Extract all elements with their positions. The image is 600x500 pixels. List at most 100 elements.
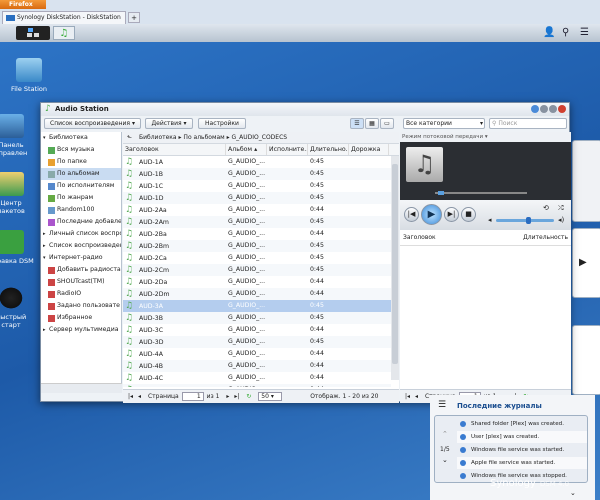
prev-page-button[interactable]: ◂ [415, 390, 418, 403]
search-input[interactable]: ⚲ Поиск [489, 118, 567, 129]
sidebar-item[interactable]: Вся музыка [41, 144, 121, 156]
settings-button[interactable]: Настройки [198, 118, 246, 129]
show-desktop-button[interactable] [16, 26, 50, 40]
desktop-icon-control-panel[interactable]: Панель управлен [0, 114, 36, 157]
sidebar-item-label: Библиотека [49, 134, 88, 141]
table-row[interactable]: ♫ AUD-2Ba G_AUDIO_... 0:44 [123, 228, 391, 240]
cover-view-button[interactable]: ▭ [380, 118, 394, 129]
minimize-button[interactable] [540, 105, 548, 113]
maximize-button[interactable] [549, 105, 557, 113]
desktop-icon-file-station[interactable]: File Station [4, 58, 54, 93]
vertical-scrollbar[interactable] [391, 156, 399, 380]
table-row[interactable]: ♫ AUD-4B G_AUDIO_... 0:44 [123, 360, 391, 372]
table-row[interactable]: ♫ AUD-2Am G_AUDIO_... 0:45 [123, 216, 391, 228]
breadcrumb[interactable]: Библиотека ▸ По альбомам ▸ G_AUDIO_CODEC… [123, 132, 399, 144]
desktop-icon-package-center[interactable]: Центр пакетов [0, 172, 36, 215]
sidebar-item[interactable]: По альбомам [41, 168, 121, 180]
prev-page-button[interactable]: ◂ [138, 390, 141, 403]
audio-station-taskbar-button[interactable]: ♫ [53, 26, 75, 40]
list-view-button[interactable]: ☰ [350, 118, 364, 129]
user-icon[interactable]: 👤 [543, 27, 555, 38]
table-row[interactable]: ♫ AUD-3B G_AUDIO_... 0:45 [123, 312, 391, 324]
playback-progress-slider[interactable] [435, 191, 527, 195]
sidebar-item[interactable]: RadioIO [41, 288, 121, 300]
desktop-icon-quick-start[interactable]: Быстрый старт [0, 286, 36, 329]
repeat-icon[interactable]: ⟲ [543, 204, 549, 212]
sidebar-item[interactable]: Сервер мультимедиа [41, 324, 121, 336]
table-row[interactable]: ♫ AUD-1A G_AUDIO_... 0:45 [123, 156, 391, 168]
sidebar-item[interactable]: По исполнителям [41, 180, 121, 192]
column-header-artist[interactable]: Исполните... [267, 144, 308, 155]
log-next-icon[interactable]: ⌄ [442, 456, 448, 464]
table-row[interactable]: ♫ AUD-2Cm G_AUDIO_... 0:45 [123, 264, 391, 276]
widget-panel[interactable]: ▶ [572, 228, 600, 298]
firefox-menu-button[interactable]: Firefox [0, 0, 46, 9]
sidebar-item[interactable]: Добавить радиостан [41, 264, 121, 276]
table-row[interactable]: ♫ AUD-3D G_AUDIO_... 0:45 [123, 336, 391, 348]
desktop-icon-dsm-help[interactable]: Справка DSM [0, 230, 36, 265]
playlist-dropdown[interactable]: Список воспроизведения ▾ [44, 118, 141, 129]
table-row[interactable]: ♫ AUD-1D G_AUDIO_... 0:45 [123, 192, 391, 204]
column-header-album[interactable]: Альбом ▴ [226, 144, 267, 155]
sidebar-item[interactable]: Библиотека [41, 132, 121, 144]
sidebar-item[interactable]: По папке [41, 156, 121, 168]
sidebar-item[interactable]: Random100 [41, 204, 121, 216]
table-row[interactable]: ♫ AUD-3C G_AUDIO_... 0:44 [123, 324, 391, 336]
sidebar-item[interactable]: SHOUTcast(TM) [41, 276, 121, 288]
close-button[interactable] [558, 105, 566, 113]
sidebar-item[interactable]: Личный список воспром [41, 228, 121, 240]
play-button[interactable]: ▶ [421, 204, 442, 225]
table-row[interactable]: ♫ AUD-2Bm G_AUDIO_... 0:45 [123, 240, 391, 252]
column-header-track[interactable]: Дорожка [349, 144, 389, 155]
table-row[interactable]: ♫ AUD-2Da G_AUDIO_... 0:44 [123, 276, 391, 288]
table-row[interactable]: ♫ AUD-4A G_AUDIO_... 0:44 [123, 348, 391, 360]
search-icon[interactable]: ⚲ [562, 27, 569, 38]
next-page-button[interactable]: ▸ [226, 390, 229, 403]
sidebar-item[interactable]: Интернет-радио [41, 252, 121, 264]
table-row[interactable]: ♫ AUD-1B G_AUDIO_... 0:45 [123, 168, 391, 180]
page-size-select[interactable]: 50 ▾ [258, 392, 283, 401]
horizontal-scrollbar[interactable] [41, 383, 122, 393]
stop-button[interactable]: ■ [461, 207, 476, 222]
shuffle-icon[interactable]: ⤮ [558, 204, 564, 213]
volume-slider[interactable] [496, 217, 554, 224]
sidebar-item[interactable]: Последние добавлен [41, 216, 121, 228]
browser-tab[interactable]: Synology DiskStation - DiskStation [2, 11, 126, 24]
first-page-button[interactable]: |◂ [405, 390, 410, 403]
pager: |◂ ◂ Страница 1 из 1 ▸ ▸| ↻ 50 ▾ Отображ. … [123, 389, 399, 403]
table-row[interactable]: ♫ AUD-3A G_AUDIO_... 0:45 [123, 300, 391, 312]
streaming-mode-dropdown[interactable]: Режим потоковой передачи ▾ [400, 132, 571, 142]
table-row[interactable]: ♫ AUD-4C G_AUDIO_... 0:44 [123, 372, 391, 384]
sidebar-item[interactable]: Задано пользовате [41, 300, 121, 312]
previous-track-button[interactable]: |◀ [404, 207, 419, 222]
table-row[interactable]: ♫AUD-5AG_AUDIO_... 0:44 [123, 384, 391, 387]
column-header-title[interactable]: Заголовок [123, 144, 226, 155]
sidebar-item-icon [48, 171, 55, 178]
track-album: G_AUDIO_... [228, 350, 266, 357]
new-tab-button[interactable]: + [128, 12, 140, 23]
last-page-button[interactable]: ▸| [234, 390, 239, 403]
next-track-button[interactable]: ▶| [444, 207, 459, 222]
help-button[interactable] [531, 105, 539, 113]
sidebar-item[interactable]: По жанрам [41, 192, 121, 204]
window-titlebar[interactable]: ♪ Audio Station [41, 103, 569, 116]
category-select[interactable]: Все категории ▾ [403, 118, 485, 129]
options-icon[interactable]: ☰ [580, 27, 589, 38]
track-artist [267, 384, 308, 387]
sidebar-item[interactable]: Избранное [41, 312, 121, 324]
grid-view-button[interactable]: ▦ [365, 118, 379, 129]
table-row[interactable]: ♫ AUD-2Ca G_AUDIO_... 0:45 [123, 252, 391, 264]
column-header-duration[interactable]: Длительно... [308, 144, 349, 155]
page-input[interactable]: 1 [181, 392, 204, 401]
table-row[interactable]: ♫ AUD-2Dm G_AUDIO_... 0:44 [123, 288, 391, 300]
refresh-icon[interactable]: ↻ [246, 390, 251, 403]
table-row[interactable]: ♫ AUD-2Aa G_AUDIO_... 0:44 [123, 204, 391, 216]
sidebar-item[interactable]: Список воспроизведен [41, 240, 121, 252]
music-note-icon: ♫ [125, 373, 134, 383]
actions-dropdown[interactable]: Действия ▾ [145, 118, 193, 129]
music-note-icon: ♫ [125, 361, 134, 371]
first-page-button[interactable]: |◂ [128, 390, 133, 403]
expand-chevron-icon[interactable]: ⌄ [570, 489, 576, 497]
table-row[interactable]: ♫ AUD-1C G_AUDIO_... 0:45 [123, 180, 391, 192]
log-prev-icon[interactable]: ⌃ [442, 430, 448, 438]
